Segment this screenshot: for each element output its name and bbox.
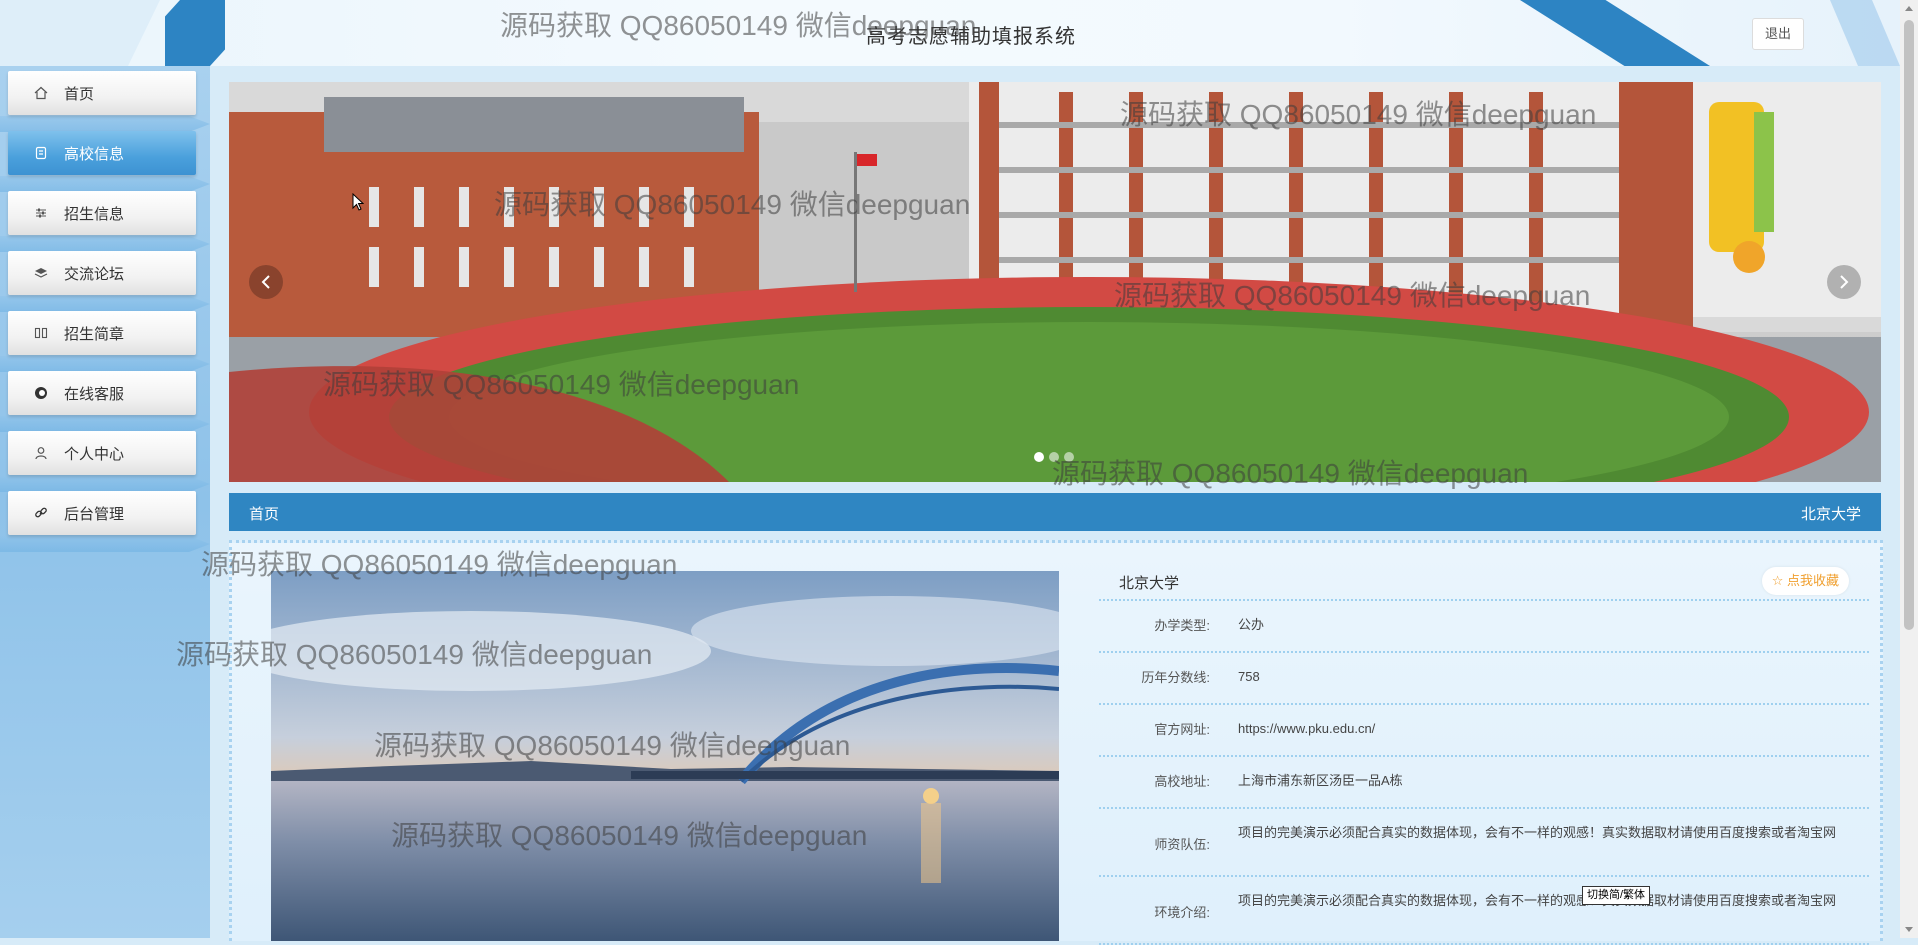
columns-icon [34,326,48,340]
field-value: 上海市浦东新区汤臣一品A栋 [1238,773,1403,788]
language-toggle-button[interactable]: 切换简/繁体 [1582,886,1651,905]
link-icon [34,506,48,520]
sidebar: 首页 高校信息 招生信息 交流论坛 招生简章 在线客服 个人中心 后台管理 [0,66,210,938]
sliders-icon [34,206,48,220]
menu-separator [0,356,210,372]
sidebar-item-label: 高校信息 [64,145,125,163]
college-name: 北京大学 [1119,575,1180,592]
chevron-right-icon [1840,275,1849,289]
info-row-type: 办学类型: 公办 [1099,601,1869,653]
field-value: 项目的完美演示必须配合真实的数据体现，会有不一样的观感！真实数据取材请使用百度搜… [1238,825,1837,840]
carousel-indicators [1034,452,1074,462]
sidebar-item-home[interactable]: 首页 [8,71,196,115]
sidebar-item-label: 在线客服 [64,385,125,403]
field-value: 公办 [1238,617,1265,632]
field-label: 办学类型: [1154,618,1210,633]
sidebar-item-label: 后台管理 [64,505,125,523]
field-value: 758 [1238,669,1260,684]
scroll-down-icon[interactable] [1905,927,1913,932]
logout-button[interactable]: 退出 [1752,18,1804,50]
sidebar-item-forum[interactable]: 交流论坛 [8,251,196,295]
sidebar-item-label: 个人中心 [64,445,125,463]
carousel-dot[interactable] [1064,452,1074,462]
menu-separator [0,536,210,552]
info-row-address: 高校地址: 上海市浦东新区汤臣一品A栋 [1099,757,1869,809]
user-icon [34,446,48,460]
breadcrumb: 首页 北京大学 [229,493,1881,531]
sidebar-item-label: 招生信息 [64,205,125,223]
info-row-website: 官方网址: https://www.pku.edu.cn/ [1099,705,1869,757]
layers-icon [34,266,48,280]
chevron-left-icon [261,275,270,289]
carousel-dot[interactable] [1049,452,1059,462]
carousel-dot[interactable] [1034,452,1044,462]
field-value: https://www.pku.edu.cn/ [1238,721,1376,736]
sidebar-item-label: 交流论坛 [64,265,125,283]
chat-icon [34,386,48,400]
info-row-score-line: 历年分数线: 758 [1099,653,1869,705]
menu-separator [0,416,210,432]
campus-banner-image [229,82,1881,482]
info-header: 北京大学 ☆ 点我收藏 [1099,563,1869,601]
sidebar-item-brochure[interactable]: 招生简章 [8,311,196,355]
field-label: 高校地址: [1154,774,1210,789]
field-value: 项目的完美演示必须配合真实的数据体现，会有不一样的观感！真实数据取材请使用百度搜… [1238,893,1837,908]
sidebar-item-personal-center[interactable]: 个人中心 [8,431,196,475]
sidebar-item-admin[interactable]: 后台管理 [8,491,196,535]
info-row-faculty: 师资队伍: 项目的完美演示必须配合真实的数据体现，会有不一样的观感！真实数据取材… [1099,809,1869,877]
favorite-button[interactable]: ☆ 点我收藏 [1761,567,1849,595]
header-decor-right [1520,0,1710,66]
sidebar-item-online-service[interactable]: 在线客服 [8,371,196,415]
college-detail-panel: 北京大学 ☆ 点我收藏 办学类型: 公办 历年分数线: 758 官方网址: ht… [229,540,1883,945]
carousel-prev-button[interactable] [249,265,283,299]
field-label: 师资队伍: [1154,837,1210,852]
info-row-environment: 环境介绍: 项目的完美演示必须配合真实的数据体现，会有不一样的观感！真实数据取材… [1099,877,1869,945]
mouse-cursor-icon [352,193,364,211]
carousel-next-button[interactable] [1827,265,1861,299]
system-title: 高考志愿辅助填报系统 [866,26,1076,48]
menu-separator [0,476,210,492]
top-header: 高考志愿辅助填报系统 退出 [0,0,1900,66]
breadcrumb-home-link[interactable]: 首页 [249,503,279,524]
page-scrollbar[interactable] [1900,0,1918,938]
document-icon [34,146,48,160]
field-label: 环境介绍: [1154,905,1210,920]
sidebar-item-label: 招生简章 [64,325,125,343]
scroll-up-icon[interactable] [1905,6,1913,11]
field-label: 官方网址: [1154,722,1210,737]
breadcrumb-current: 北京大学 [1800,506,1861,523]
menu-separator [0,176,210,192]
menu-separator [0,296,210,312]
banner-carousel [229,82,1881,482]
college-photo [271,571,1059,941]
field-label: 历年分数线: [1141,670,1210,685]
header-decor-right-2 [1830,0,1900,66]
sidebar-item-college-info[interactable]: 高校信息 [8,131,196,175]
menu-separator [0,236,210,252]
college-info: 北京大学 ☆ 点我收藏 办学类型: 公办 历年分数线: 758 官方网址: ht… [1099,563,1869,945]
menu-separator [0,116,210,132]
sidebar-item-admission-info[interactable]: 招生信息 [8,191,196,235]
scrollbar-thumb[interactable] [1904,20,1914,630]
sidebar-item-label: 首页 [64,85,95,103]
home-icon [34,86,48,100]
